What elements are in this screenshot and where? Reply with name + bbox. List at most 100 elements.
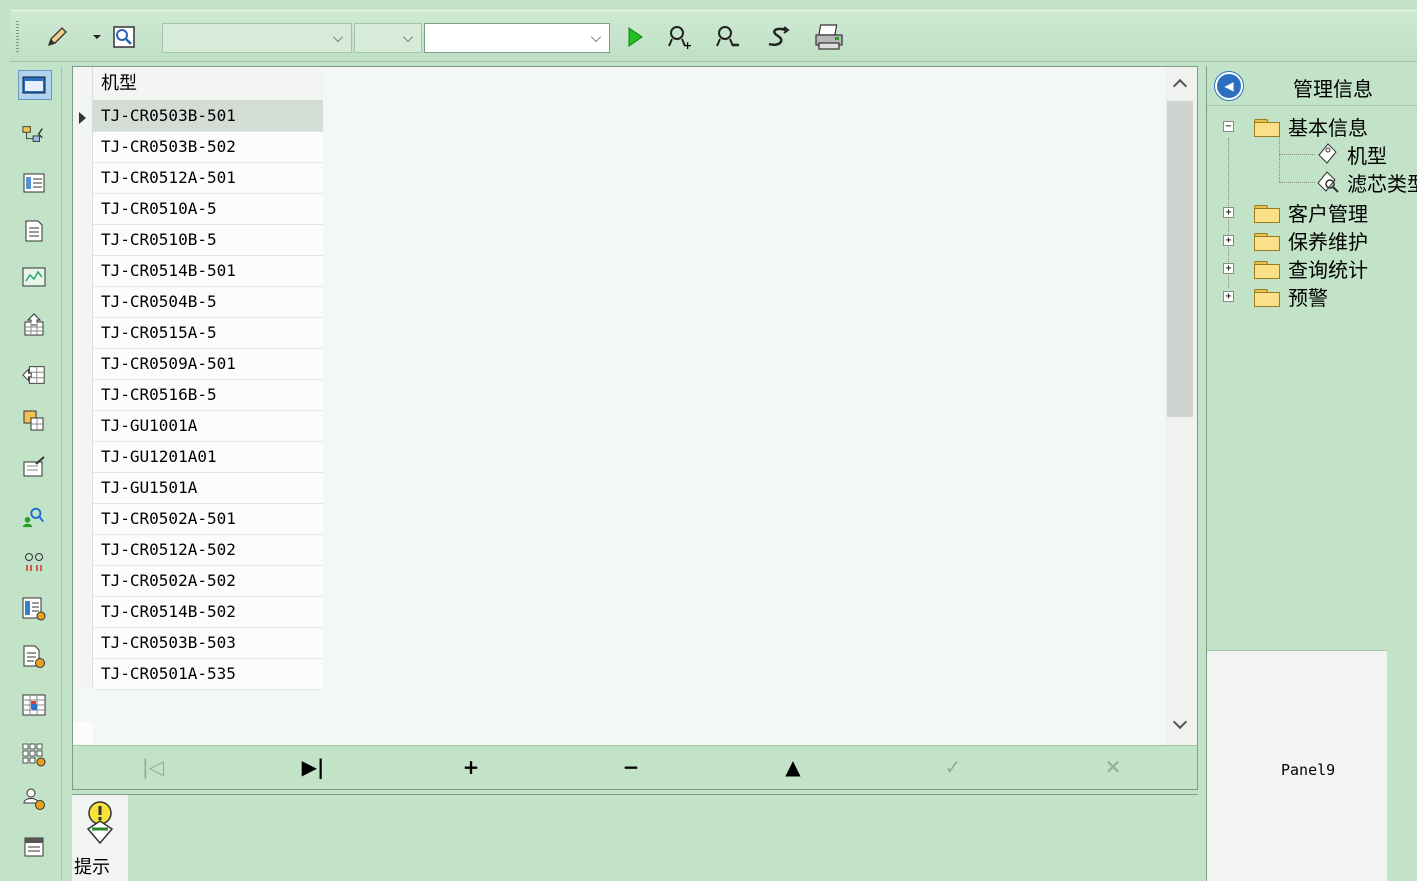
keypad-grid-icon[interactable] [22,743,46,767]
magnifier-filter-icon[interactable] [108,23,140,51]
filter-value-combo[interactable] [424,23,610,53]
zoom-out-search-icon[interactable] [712,23,744,51]
nav-last-button[interactable]: ▶| [293,754,333,780]
import-grid-icon[interactable] [22,313,46,336]
table-row[interactable]: TJ-CR0503B-502 [93,132,323,163]
nav-first-button[interactable]: |◁ [133,754,173,780]
edit-form-icon[interactable] [22,456,46,478]
tree-node-customer-mgmt[interactable]: + 客户管理 [1223,198,1368,226]
tree-label: 滤芯类型 [1347,171,1417,196]
nav-insert-button[interactable]: + [451,754,491,780]
run-query-icon[interactable] [622,23,648,51]
tree-label: 客户管理 [1288,201,1368,226]
table-row[interactable]: TJ-CR0501A-535 [93,659,323,690]
card-list-icon[interactable] [22,836,46,858]
table-row[interactable]: TJ-CR0510B-5 [93,225,323,256]
settings-toggle-icon[interactable] [22,552,46,574]
row-indicator-column [73,67,93,687]
tree-node-alert[interactable]: + 预警 [1223,282,1328,310]
tree-label: 保养维护 [1288,229,1368,254]
tree-node-query-stats[interactable]: + 查询统计 [1223,254,1368,282]
folder-icon [1254,231,1280,251]
filter-field-combo[interactable] [162,23,352,53]
table-row[interactable]: TJ-GU1001A [93,411,323,442]
document-icon[interactable] [22,220,46,242]
column-header-model[interactable]: 机型 [93,67,323,101]
folder-icon [1254,259,1280,279]
table-row[interactable]: TJ-CR0510A-5 [93,194,323,225]
table-row[interactable]: TJ-CR0503B-503 [93,628,323,659]
table-row[interactable]: TJ-GU1501A [93,473,323,504]
table-row[interactable]: TJ-CR0503B-501 [93,101,323,132]
document-config-icon[interactable] [22,645,46,668]
user-config-icon[interactable] [22,788,46,810]
management-panel-title: 管理信息 [1293,77,1373,101]
user-search-icon[interactable] [22,506,46,528]
nav-tree: − 基本信息 机型 滤芯类型 + 客户管理 + 保养维护 + [1207,108,1417,648]
vertical-scrollbar[interactable] [1165,67,1197,745]
hint-label: 提示 [74,857,110,878]
tree-label: 查询统计 [1288,257,1368,282]
table-row[interactable]: TJ-CR0502A-502 [93,566,323,597]
nav-cancel-button[interactable]: ✕ [1093,754,1133,780]
tree-label: 机型 [1347,143,1387,168]
expand-icon[interactable]: + [1223,234,1234,246]
tree-node-filter-type[interactable]: 滤芯类型 [1317,168,1417,196]
tree-node-basic-info[interactable]: − 基本信息 [1223,112,1368,140]
table-row[interactable]: TJ-CR0515A-5 [93,318,323,349]
hint-button[interactable]: 提示 [72,795,128,881]
table-row[interactable]: TJ-CR0512A-501 [93,163,323,194]
pencil-edit-icon[interactable] [42,23,72,51]
dropdown-arrow-icon[interactable] [90,23,104,51]
collapse-panel-icon[interactable]: ◀ [1215,72,1243,100]
chevron-down-icon [403,32,413,42]
table-row[interactable]: TJ-CR0512A-502 [93,535,323,566]
scroll-up-icon[interactable] [1172,78,1188,94]
tree-line [1279,136,1280,182]
printer-icon[interactable] [812,23,846,51]
chevron-down-icon [333,32,343,42]
nav-post-button[interactable]: ✓ [933,754,973,780]
chevron-down-icon [591,32,601,42]
chart-window-icon[interactable] [22,266,46,288]
module-sidebar [10,66,62,881]
scroll-thumb[interactable] [1167,101,1193,417]
table-row[interactable]: TJ-CR0514B-501 [93,256,323,287]
collapse-icon[interactable]: − [1223,120,1234,132]
window-icon[interactable] [22,74,46,96]
current-row-pointer-icon [79,112,86,124]
tree-label: 预警 [1288,285,1328,310]
filter-operator-combo[interactable] [354,23,422,53]
tree-node-maintenance[interactable]: + 保养维护 [1223,226,1368,254]
management-panel-header: ◀ 管理信息 [1207,66,1417,106]
org-chart-icon[interactable] [22,124,46,146]
toolbar-grip[interactable] [16,21,19,53]
lightbulb-icon [84,799,116,851]
table-row[interactable]: TJ-CR0514B-502 [93,597,323,628]
nav-edit-button[interactable]: ▲ [773,754,813,780]
zoom-in-search-icon[interactable]: + [664,23,696,51]
table-row[interactable]: TJ-CR0502A-501 [93,504,323,535]
refresh-sort-icon[interactable] [762,23,794,51]
tree-label: 基本信息 [1288,115,1368,140]
cascade-windows-icon[interactable] [22,410,46,432]
spreadsheet-icon[interactable] [22,694,46,716]
tree-node-model[interactable]: 机型 [1317,140,1387,168]
table-row[interactable]: TJ-GU1201A01 [93,442,323,473]
tree-line [1279,182,1315,183]
form-list-icon[interactable] [22,172,46,194]
table-row[interactable]: TJ-CR0504B-5 [93,287,323,318]
table-row[interactable]: TJ-CR0509A-501 [93,349,323,380]
expand-icon[interactable]: + [1223,262,1234,274]
expand-icon[interactable]: + [1223,290,1234,302]
nav-delete-button[interactable]: − [611,754,651,780]
record-navigator: |◁ ▶| + − ▲ ✓ ✕ [73,745,1197,789]
data-grid: 机型 TJ-CR0503B-501 TJ-CR0503B-502 TJ-CR0512… [73,67,1165,745]
scroll-down-icon[interactable] [1172,714,1188,730]
table-row[interactable]: TJ-CR0516B-5 [93,380,323,411]
report-list-icon[interactable] [22,597,46,621]
model-column: 机型 TJ-CR0503B-501 TJ-CR0503B-502 TJ-CR0512… [93,67,323,690]
expand-icon[interactable]: + [1223,206,1234,218]
export-grid-icon[interactable] [22,364,46,386]
hint-panel: 提示 [72,794,1198,881]
